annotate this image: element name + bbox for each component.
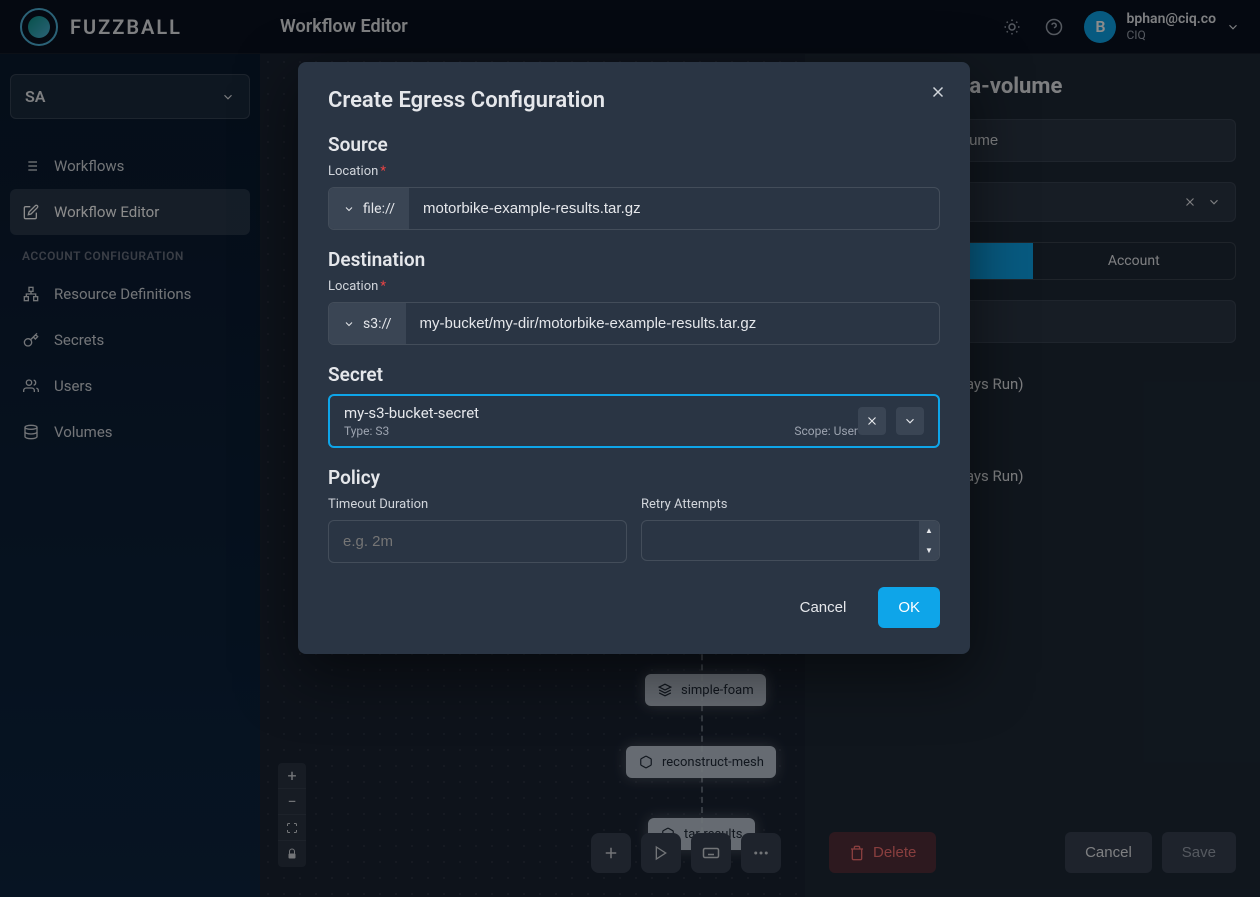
retry-number-input[interactable] [642, 521, 919, 560]
retry-decrement[interactable]: ▼ [919, 541, 939, 561]
clear-secret-button[interactable] [858, 407, 886, 435]
secret-type: Type: S3 [344, 424, 389, 438]
egress-modal: Create Egress Configuration Source Locat… [298, 62, 970, 654]
retry-label: Retry Attempts [641, 497, 940, 512]
secret-name: my-s3-bucket-secret [344, 404, 858, 422]
secret-select[interactable]: my-s3-bucket-secret Type: S3 Scope: User [328, 394, 940, 448]
secret-section-title: Secret [328, 363, 940, 386]
secret-scope: Scope: User [794, 424, 858, 438]
source-path-input[interactable] [409, 188, 939, 229]
destination-location-label: Location* [328, 279, 940, 294]
modal-title: Create Egress Configuration [328, 88, 940, 113]
chevron-down-icon [343, 203, 355, 215]
destination-protocol-select[interactable]: s3:// [329, 303, 406, 344]
destination-location-input: s3:// [328, 302, 940, 345]
retry-increment[interactable]: ▲ [919, 521, 939, 541]
source-location-label: Location* [328, 164, 940, 179]
destination-path-input[interactable] [406, 303, 939, 344]
timeout-label: Timeout Duration [328, 497, 627, 512]
timeout-input[interactable] [328, 520, 627, 563]
source-location-input: file:// [328, 187, 940, 230]
policy-section-title: Policy [328, 466, 940, 489]
source-section-title: Source [328, 133, 940, 156]
open-secret-dropdown[interactable] [896, 407, 924, 435]
modal-cancel-button[interactable]: Cancel [780, 587, 867, 628]
destination-section-title: Destination [328, 248, 940, 271]
chevron-down-icon [343, 318, 355, 330]
modal-ok-button[interactable]: OK [878, 587, 940, 628]
retry-input: ▲ ▼ [641, 520, 940, 561]
source-protocol-select[interactable]: file:// [329, 188, 409, 229]
close-button[interactable] [926, 80, 950, 104]
